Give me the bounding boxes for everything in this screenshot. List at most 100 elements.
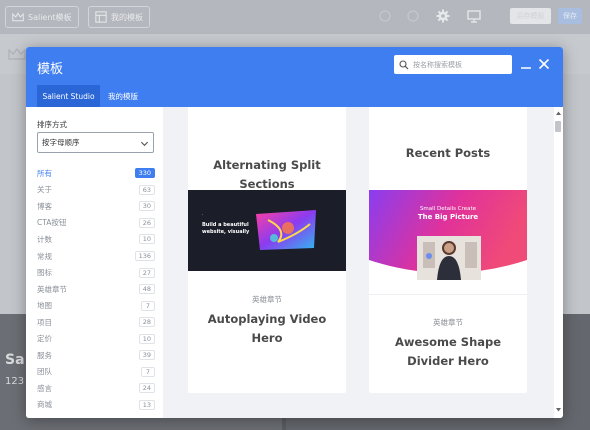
gear-icon[interactable] xyxy=(436,9,450,23)
template-card-title: Autoplaying Video Hero xyxy=(188,310,346,348)
template-thumbnail-caption: Build a beautiful website, visually xyxy=(202,222,250,235)
category-name: 定价 xyxy=(37,334,52,344)
template-card-autoplaying-video-hero[interactable]: Build a beautiful website, visually 英雄章节… xyxy=(188,190,346,393)
category-name: 服务 xyxy=(37,350,52,360)
category-count: 136 xyxy=(134,251,155,261)
category-item-cta[interactable]: CTA按钮 26 xyxy=(37,215,155,232)
save-button[interactable]: 保存 xyxy=(558,8,582,24)
template-card-title-line1: Autoplaying Video xyxy=(207,312,327,326)
category-list: 所有 330 关于 63 博客 30 CTA按钮 26 计数 10 常规 136 图标 27 … xyxy=(37,165,155,413)
template-card-title-line1: Alternating Split xyxy=(213,158,321,172)
template-thumbnail-caption-line2: The Big Picture xyxy=(417,213,479,221)
category-item-icons[interactable]: 图标 27 xyxy=(37,264,155,281)
template-card-title: Alternating Split Sections xyxy=(188,156,346,194)
category-name: 地图 xyxy=(37,301,52,311)
category-item-blog[interactable]: 博客 30 xyxy=(37,198,155,215)
template-card-title: Recent Posts xyxy=(405,146,491,160)
undo-icon[interactable] xyxy=(378,9,392,23)
chevron-down-icon xyxy=(140,141,149,147)
minimize-button[interactable] xyxy=(519,57,533,71)
category-item-shop[interactable]: 商城 13 xyxy=(37,397,155,414)
template-thumbnail: Build a beautiful website, visually xyxy=(188,190,346,271)
template-card-category: 英雄章节 xyxy=(433,318,463,327)
category-count: 24 xyxy=(138,383,155,394)
category-count: 39 xyxy=(138,350,155,361)
close-button[interactable] xyxy=(537,57,551,71)
category-count: 10 xyxy=(138,234,155,245)
category-name: 感言 xyxy=(37,383,52,393)
redo-icon[interactable] xyxy=(406,9,420,23)
background-hero-title: Sa xyxy=(5,352,25,368)
search-input[interactable] xyxy=(413,60,505,69)
template-card-category: 英雄章节 xyxy=(252,295,282,304)
search-icon xyxy=(399,59,409,69)
template-card-title-line2: Hero xyxy=(251,331,283,345)
category-item-services[interactable]: 服务 39 xyxy=(37,347,155,364)
category-item-team[interactable]: 团队 7 xyxy=(37,364,155,381)
sort-select-value: 按字母顺序 xyxy=(42,138,80,147)
templates-modal: 模板 Salient Studio 我的模版 排序方式 按字母顺序 所有330 … xyxy=(26,47,563,418)
category-name: 项目 xyxy=(37,317,52,327)
category-count: 7 xyxy=(141,300,155,311)
category-item-map[interactable]: 地图 7 xyxy=(37,297,155,314)
minimize-icon xyxy=(521,67,531,69)
my-templates-button-label: 我的模板 xyxy=(111,12,143,22)
category-name: 关于 xyxy=(37,185,52,195)
monitor-icon[interactable] xyxy=(467,9,481,23)
template-card-title: Awesome Shape Divider Hero xyxy=(369,333,527,371)
layout-icon xyxy=(95,11,107,23)
sort-label: 排序方式 xyxy=(37,120,67,129)
category-count: 27 xyxy=(138,267,155,278)
category-item-project[interactable]: 项目 28 xyxy=(37,314,155,331)
template-grid: Alternating Split Sections Recent Posts xyxy=(163,107,554,418)
category-sidebar: 排序方式 按字母顺序 所有 330 关于 63 博客 30 CTA按钮 26 计数 10 … xyxy=(26,107,163,418)
save-template-button[interactable]: 另存模板 xyxy=(510,8,551,24)
my-templates-button[interactable]: 我的模板 xyxy=(88,6,150,28)
tab-my-templates-label: 我的模版 xyxy=(108,91,138,101)
category-name: 博客 xyxy=(37,201,52,211)
card-divider xyxy=(369,294,527,295)
category-item-pricing[interactable]: 定价 10 xyxy=(37,330,155,347)
category-count: 48 xyxy=(138,284,155,295)
category-count: 28 xyxy=(138,317,155,328)
grid-scrollbar[interactable] xyxy=(554,107,563,418)
brand-button-label: Salient模板 xyxy=(28,12,72,22)
category-item-general[interactable]: 常规 136 xyxy=(37,248,155,265)
save-template-button-label: 另存模板 xyxy=(516,12,545,20)
category-name: CTA按钮 xyxy=(37,218,67,228)
category-item-all[interactable]: 所有 330 xyxy=(37,165,155,182)
sort-select[interactable]: 按字母顺序 xyxy=(37,132,154,153)
category-name: 团队 xyxy=(37,367,52,377)
category-count: 13 xyxy=(138,399,155,410)
triangle-up-icon xyxy=(556,111,561,115)
tab-salient-studio-label: Salient Studio xyxy=(42,91,95,101)
scroll-up-arrow[interactable] xyxy=(555,110,562,117)
scroll-down-arrow[interactable] xyxy=(555,406,562,413)
category-count: 7 xyxy=(141,366,155,377)
triangle-down-icon xyxy=(556,408,561,412)
category-count: 30 xyxy=(138,201,155,212)
template-card-title-line2: Divider Hero xyxy=(407,354,489,368)
category-item-about[interactable]: 关于 63 xyxy=(37,182,155,199)
template-thumbnail-caption-line1: Small Details Create xyxy=(419,206,477,212)
background-hero-subtitle: 123 xyxy=(5,376,25,387)
category-name: 图标 xyxy=(37,268,52,278)
tab-salient-studio[interactable]: Salient Studio xyxy=(37,85,100,107)
category-name: 所有 xyxy=(37,168,52,178)
category-item-testimonials[interactable]: 感言 24 xyxy=(37,380,155,397)
category-name: 常规 xyxy=(37,251,52,261)
category-name: 商城 xyxy=(37,400,52,410)
category-item-counter[interactable]: 计数 10 xyxy=(37,231,155,248)
template-card-awesome-shape-divider-hero[interactable]: Small Details Create The Big Picture 英雄章… xyxy=(369,190,527,393)
brand-button[interactable]: Salient模板 xyxy=(5,6,79,28)
crown-icon xyxy=(8,46,26,60)
category-name: 英雄章节 xyxy=(37,284,67,294)
search-box[interactable] xyxy=(394,55,512,74)
scrollbar-thumb[interactable] xyxy=(555,121,561,132)
category-item-hero[interactable]: 英雄章节 48 xyxy=(37,281,155,298)
close-icon xyxy=(538,58,550,70)
tab-my-templates[interactable]: 我的模版 xyxy=(102,85,144,107)
category-count: 63 xyxy=(138,184,155,195)
modal-title: 模板 xyxy=(37,62,64,77)
modal-header: 模板 Salient Studio 我的模版 xyxy=(26,47,563,107)
